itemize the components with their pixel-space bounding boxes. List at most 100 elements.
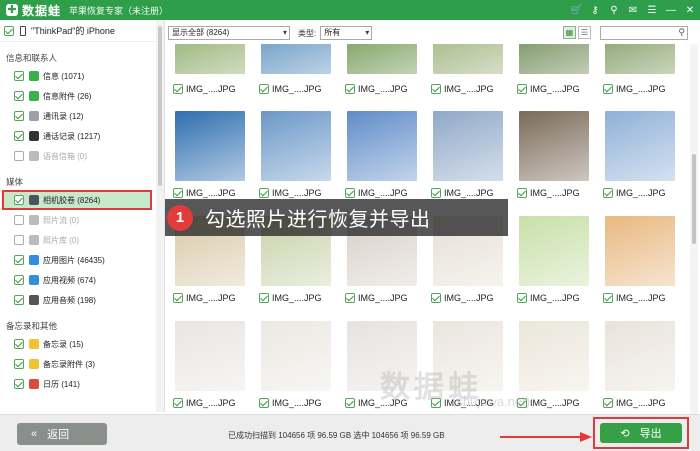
- photo-filename: IMG_....JPG: [616, 398, 666, 408]
- callout-text: 勾选照片进行恢复并导出: [205, 209, 431, 231]
- sidebar-item[interactable]: 相机胶卷 (8264): [2, 190, 152, 210]
- search-icon[interactable]: ⚲: [678, 27, 685, 38]
- sidebar-item[interactable]: 照片流 (0): [0, 210, 164, 230]
- category-icon: [29, 275, 39, 285]
- category-icon: [29, 379, 39, 389]
- category-icon: [29, 195, 39, 205]
- menu-icon[interactable]: ☰: [646, 5, 658, 16]
- category-icon: [29, 151, 39, 161]
- photo-checkbox[interactable]: [173, 398, 183, 408]
- scan-status: 已成功扫描到 104656 项 96.59 GB 选中 104656 项 96.…: [228, 431, 445, 440]
- sidebar-item-checkbox[interactable]: [14, 71, 24, 81]
- sidebar-item-checkbox[interactable]: [14, 215, 24, 225]
- sidebar-item-checkbox[interactable]: [14, 195, 24, 205]
- sidebar-item-label: 信息 (1071): [43, 71, 85, 81]
- sidebar-item[interactable]: 通话记录 (1217): [0, 126, 164, 146]
- export-button[interactable]: ⟲ 导出: [600, 423, 682, 443]
- category-icon: [29, 215, 39, 225]
- filter-select[interactable]: 显示全部 (8264): [168, 26, 290, 40]
- title-bar: ✚ 数据蛙 苹果恢复专家（未注册） 🛒 ⚷ ⚲ ✉ ☰ — ✕: [0, 0, 700, 20]
- photo-item[interactable]: IMG_....JPG: [600, 44, 682, 414]
- photo-checkbox[interactable]: [345, 398, 355, 408]
- sidebar-group-title: 媒体: [6, 177, 24, 187]
- device-checkbox[interactable]: [4, 25, 14, 36]
- pin-icon[interactable]: ⚲: [608, 5, 620, 16]
- sidebar-item[interactable]: 照片库 (0): [0, 230, 164, 250]
- double-chevron-left-icon: «: [31, 428, 38, 440]
- sidebar-item[interactable]: 信息附件 (26): [0, 86, 164, 106]
- type-select[interactable]: 所有: [320, 26, 373, 40]
- category-icon: [29, 295, 39, 305]
- sidebar-item-checkbox[interactable]: [14, 91, 24, 101]
- window-controls: 🛒 ⚷ ⚲ ✉ ☰ — ✕: [570, 0, 696, 20]
- photo-label[interactable]: IMG_....JPG: [603, 397, 666, 409]
- step-number: 1: [167, 204, 193, 231]
- sidebar-item-checkbox[interactable]: [14, 255, 24, 265]
- sidebar-item[interactable]: 备忘录 (15): [0, 334, 164, 354]
- recover-icon: ⟲: [620, 427, 630, 440]
- photo-thumbnail[interactable]: [519, 321, 589, 391]
- search-box[interactable]: ⚲: [600, 26, 688, 40]
- sidebar-item-checkbox[interactable]: [14, 131, 24, 141]
- sidebar-item[interactable]: 通讯录 (12): [0, 106, 164, 126]
- pointer-arrow-icon: [500, 432, 592, 442]
- chat-icon[interactable]: ✉: [627, 5, 639, 16]
- category-icon: [29, 339, 39, 349]
- photo-thumbnail[interactable]: [605, 321, 675, 391]
- cart-icon[interactable]: 🛒: [570, 5, 582, 16]
- sidebar-item[interactable]: 日历 (141): [0, 374, 164, 394]
- sidebar-item-label: 语音信箱 (0): [43, 151, 87, 161]
- sidebar-item[interactable]: 备忘录附件 (3): [0, 354, 164, 374]
- grid-scroll-thumb[interactable]: [692, 154, 696, 244]
- device-row[interactable]: "ThinkPad"的 iPhone: [0, 20, 164, 42]
- photo-label[interactable]: IMG_....JPG: [173, 397, 236, 409]
- sidebar-item-checkbox[interactable]: [14, 359, 24, 369]
- photo-label[interactable]: IMG_....JPG: [259, 397, 322, 409]
- sidebar-item-checkbox[interactable]: [14, 339, 24, 349]
- key-icon[interactable]: ⚷: [589, 5, 601, 16]
- search-input[interactable]: [601, 27, 673, 39]
- sidebar-item-label: 日历 (141): [43, 379, 80, 389]
- sidebar-item-label: 应用音频 (198): [43, 295, 96, 305]
- sidebar-item-checkbox[interactable]: [14, 151, 24, 161]
- sidebar-item-checkbox[interactable]: [14, 235, 24, 245]
- sidebar-item[interactable]: 信息 (1071): [0, 66, 164, 86]
- sidebar-scroll-thumb[interactable]: [158, 26, 162, 186]
- sidebar-item[interactable]: 应用图片 (46435): [0, 250, 164, 270]
- sidebar-item-label: 照片库 (0): [43, 235, 79, 245]
- sidebar-item-label: 备忘录附件 (3): [43, 359, 95, 369]
- sidebar-item[interactable]: 语音信箱 (0): [0, 146, 164, 166]
- sidebar-item-label: 相机胶卷 (8264): [43, 195, 101, 205]
- back-label: 返回: [47, 429, 70, 441]
- list-view-icon[interactable]: ☰: [578, 26, 591, 39]
- photo-thumbnail[interactable]: [261, 321, 331, 391]
- grid-view-icon[interactable]: ▦: [563, 26, 576, 39]
- photo-checkbox[interactable]: [603, 398, 613, 408]
- export-label: 导出: [639, 428, 662, 440]
- category-icon: [29, 235, 39, 245]
- sidebar: "ThinkPad"的 iPhone 信息和联系人 信息 (1071) 信息附件 (…: [0, 20, 165, 412]
- type-label: 类型:: [298, 28, 317, 38]
- photo-checkbox[interactable]: [259, 398, 269, 408]
- toolbar: 显示全部 (8264) 类型: 所有 ▦ ☰ ⚲: [168, 22, 688, 44]
- sidebar-item[interactable]: 应用音频 (198): [0, 290, 164, 310]
- back-button[interactable]: « 返回: [17, 423, 107, 445]
- sidebar-item-checkbox[interactable]: [14, 379, 24, 389]
- photo-item[interactable]: IMG_....JPG: [514, 44, 596, 414]
- sidebar-item[interactable]: 应用视频 (674): [0, 270, 164, 290]
- sidebar-item-label: 备忘录 (15): [43, 339, 84, 349]
- sidebar-item-checkbox[interactable]: [14, 275, 24, 285]
- grid-scrollbar[interactable]: [690, 44, 698, 414]
- minimize-icon[interactable]: —: [665, 5, 677, 16]
- close-icon[interactable]: ✕: [684, 5, 696, 16]
- sidebar-item-label: 通话记录 (1217): [43, 131, 101, 141]
- sidebar-item-label: 信息附件 (26): [43, 91, 92, 101]
- app-logo: ✚ 数据蛙: [6, 2, 61, 19]
- photo-thumbnail[interactable]: [175, 321, 245, 391]
- sidebar-scrollbar[interactable]: [156, 20, 164, 412]
- category-icon: [29, 359, 39, 369]
- sidebar-item-checkbox[interactable]: [14, 295, 24, 305]
- instruction-callout: 1 勾选照片进行恢复并导出: [165, 199, 508, 236]
- sidebar-item-checkbox[interactable]: [14, 111, 24, 121]
- category-icon: [29, 91, 39, 101]
